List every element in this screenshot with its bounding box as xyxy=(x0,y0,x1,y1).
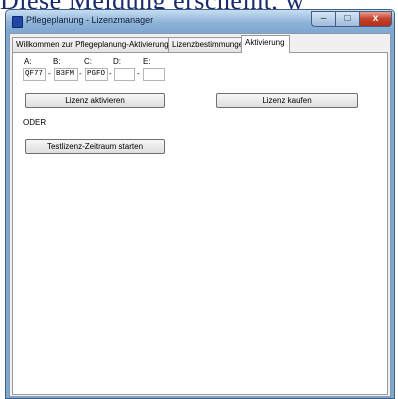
license-field-e[interactable] xyxy=(143,68,165,81)
window-title: Pflegeplanung - Lizenzmanager xyxy=(26,15,154,25)
activate-license-button[interactable]: Lizenz aktivieren xyxy=(25,93,165,108)
separator: - xyxy=(109,69,112,78)
license-field-b[interactable]: B3FM xyxy=(54,68,78,81)
field-label-c: C: xyxy=(84,57,92,66)
tab-license-terms[interactable]: Lizenzbestimmungen xyxy=(168,37,248,52)
or-label: ODER xyxy=(23,118,47,127)
field-label-b: B: xyxy=(53,57,61,66)
title-bar[interactable]: Pflegeplanung - Lizenzmanager – □ x xyxy=(6,10,394,33)
license-field-a[interactable]: QF77 xyxy=(23,68,46,81)
close-button[interactable]: x xyxy=(359,11,392,27)
tab-activation[interactable]: Aktivierung xyxy=(241,35,290,53)
separator: - xyxy=(48,69,51,78)
field-label-e: E: xyxy=(143,57,151,66)
field-label-d: D: xyxy=(113,57,121,66)
license-field-c[interactable]: PGFO xyxy=(85,68,108,81)
buy-license-button[interactable]: Lizenz kaufen xyxy=(216,93,358,108)
maximize-button[interactable]: □ xyxy=(335,11,360,27)
client-area: Willkommen zur Pflegeplanung-Aktivierung… xyxy=(9,33,391,397)
separator: - xyxy=(137,69,140,78)
app-icon xyxy=(12,16,23,28)
start-trial-button[interactable]: Testlizenz-Zeitraum starten xyxy=(25,139,165,154)
field-label-a: A: xyxy=(24,57,32,66)
license-field-d[interactable] xyxy=(114,68,135,81)
tab-welcome[interactable]: Willkommen zur Pflegeplanung-Aktivierung xyxy=(12,37,169,52)
minimize-button[interactable]: – xyxy=(311,11,336,27)
separator: - xyxy=(79,69,82,78)
